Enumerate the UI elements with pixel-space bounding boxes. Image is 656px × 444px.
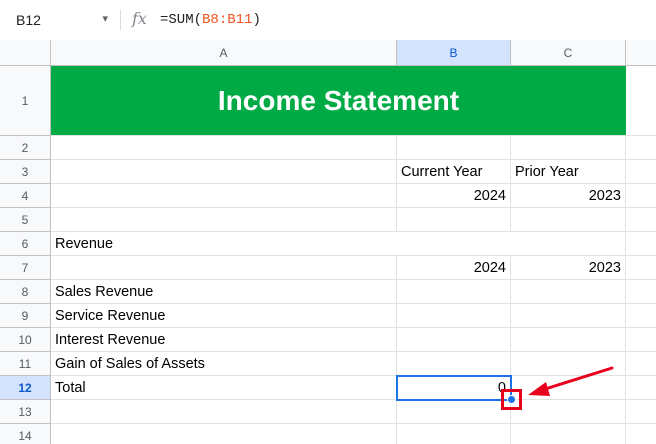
cell-b14[interactable] xyxy=(397,424,511,444)
cell-b9[interactable] xyxy=(397,304,511,328)
row-header-10[interactable]: 10 xyxy=(0,328,51,352)
row-header-5[interactable]: 5 xyxy=(0,208,51,232)
cell-b12[interactable]: 0 xyxy=(397,376,511,400)
cell-d8[interactable] xyxy=(626,280,656,304)
column-header-d[interactable] xyxy=(626,40,656,66)
cell-a13[interactable] xyxy=(51,400,397,424)
cell-b5[interactable] xyxy=(397,208,511,232)
row-header-13[interactable]: 13 xyxy=(0,400,51,424)
cell-a12[interactable]: Total xyxy=(51,376,397,400)
formula-input[interactable]: =SUM(B8:B11) xyxy=(160,12,261,28)
cell-d3[interactable] xyxy=(626,160,656,184)
row-header-2[interactable]: 2 xyxy=(0,136,51,160)
formula-bar-divider xyxy=(120,10,121,30)
cell-d4[interactable] xyxy=(626,184,656,208)
row-header-11[interactable]: 11 xyxy=(0,352,51,376)
row-header-1[interactable]: 1 xyxy=(0,66,51,136)
select-all-corner[interactable] xyxy=(0,40,51,66)
cell-d12[interactable] xyxy=(626,376,656,400)
cell-a11[interactable]: Gain of Sales of Assets xyxy=(51,352,397,376)
column-header-c[interactable]: C xyxy=(511,40,626,66)
cell-c10[interactable] xyxy=(511,328,626,352)
cell-c14[interactable] xyxy=(511,424,626,444)
cell-c9[interactable] xyxy=(511,304,626,328)
fill-handle[interactable] xyxy=(507,395,516,404)
formula-range-ref: B8:B11 xyxy=(202,12,253,28)
cell-c8[interactable] xyxy=(511,280,626,304)
row-header-8[interactable]: 8 xyxy=(0,280,51,304)
cell-b2[interactable] xyxy=(397,136,511,160)
cell-b11[interactable] xyxy=(397,352,511,376)
row-header-6[interactable]: 6 xyxy=(0,232,51,256)
chevron-down-icon[interactable]: ▾ xyxy=(102,12,108,25)
formula-prefix: =SUM( xyxy=(160,12,203,28)
row-header-9[interactable]: 9 xyxy=(0,304,51,328)
cell-c7[interactable]: 2023 xyxy=(511,256,626,280)
cell-c5[interactable] xyxy=(511,208,626,232)
cell-a2[interactable] xyxy=(51,136,397,160)
cell-b3[interactable]: Current Year xyxy=(397,160,511,184)
cell-c2[interactable] xyxy=(511,136,626,160)
cell-b4[interactable]: 2024 xyxy=(397,184,511,208)
cell-c4[interactable]: 2023 xyxy=(511,184,626,208)
row-header-3[interactable]: 3 xyxy=(0,160,51,184)
cell-d11[interactable] xyxy=(626,352,656,376)
cell-b10[interactable] xyxy=(397,328,511,352)
cell-c3[interactable]: Prior Year xyxy=(511,160,626,184)
row-header-7[interactable]: 7 xyxy=(0,256,51,280)
cell-d2[interactable] xyxy=(626,136,656,160)
cell-b8[interactable] xyxy=(397,280,511,304)
cell-d6[interactable] xyxy=(626,232,656,256)
column-header-b[interactable]: B xyxy=(397,40,511,66)
cell-a9[interactable]: Service Revenue xyxy=(51,304,397,328)
cell-d13[interactable] xyxy=(626,400,656,424)
cell-a4[interactable] xyxy=(51,184,397,208)
cell-d10[interactable] xyxy=(626,328,656,352)
cell-d7[interactable] xyxy=(626,256,656,280)
cell-b13[interactable] xyxy=(397,400,511,424)
formula-suffix: ) xyxy=(252,12,261,28)
income-statement-title[interactable]: Income Statement xyxy=(51,66,626,136)
cell-d14[interactable] xyxy=(626,424,656,444)
spreadsheet-grid: A B C 1 2 3 4 5 6 7 8 9 10 11 12 13 14 I… xyxy=(0,40,656,444)
cell-a5[interactable] xyxy=(51,208,397,232)
cell-a14[interactable] xyxy=(51,424,397,444)
formula-bar: B12 ▾ fx =SUM(B8:B11) xyxy=(0,0,656,41)
cell-d1[interactable] xyxy=(626,66,656,136)
name-box-text: B12 xyxy=(16,12,41,28)
name-box[interactable]: B12 ▾ xyxy=(6,8,110,32)
cell-d9[interactable] xyxy=(626,304,656,328)
cell-a3[interactable] xyxy=(51,160,397,184)
row-header-14[interactable]: 14 xyxy=(0,424,51,444)
cell-d5[interactable] xyxy=(626,208,656,232)
annotation-arrow-icon xyxy=(528,366,614,396)
cell-a7[interactable] xyxy=(51,256,397,280)
cell-b7[interactable]: 2024 xyxy=(397,256,511,280)
fx-icon: fx xyxy=(132,9,147,28)
cell-a6[interactable]: Revenue xyxy=(51,232,626,256)
row-header-12[interactable]: 12 xyxy=(0,376,51,400)
column-header-a[interactable]: A xyxy=(51,40,397,66)
cell-a8[interactable]: Sales Revenue xyxy=(51,280,397,304)
cell-a10[interactable]: Interest Revenue xyxy=(51,328,397,352)
row-header-4[interactable]: 4 xyxy=(0,184,51,208)
